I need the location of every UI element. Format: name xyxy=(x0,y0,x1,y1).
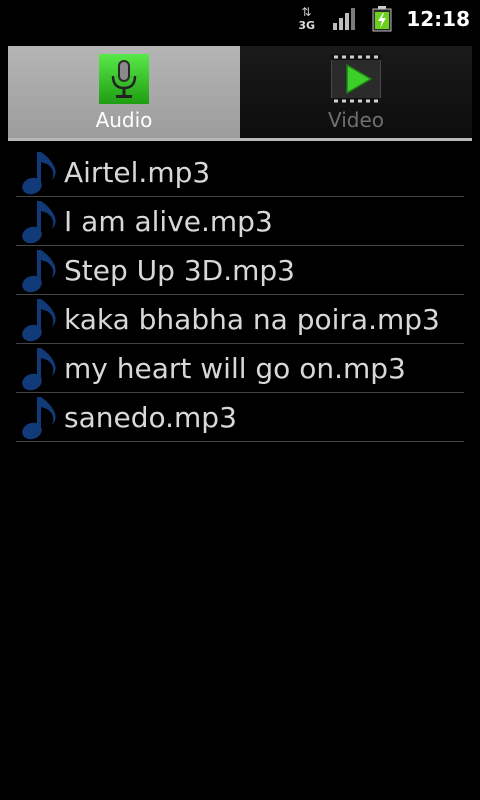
file-name: Step Up 3D.mp3 xyxy=(64,253,295,287)
music-note-icon xyxy=(22,299,56,342)
signal-bars-icon xyxy=(333,8,356,30)
network-type-label: 3G xyxy=(298,19,316,32)
file-name: kaka bhabha na poira.mp3 xyxy=(64,302,440,336)
tab-bar: Audio Video xyxy=(8,46,472,138)
data-network-icon: ⇅ 3G xyxy=(298,5,316,32)
list-item[interactable]: sanedo.mp3 xyxy=(16,393,464,442)
tab-audio[interactable]: Audio xyxy=(8,46,240,138)
list-item[interactable]: my heart will go on.mp3 xyxy=(16,344,464,393)
audio-file-list[interactable]: Airtel.mp3 I am alive.mp3 Step Up 3D.mp3… xyxy=(16,148,464,442)
file-name: I am alive.mp3 xyxy=(64,204,273,238)
music-note-icon xyxy=(22,348,56,391)
battery-charging-icon xyxy=(372,6,392,32)
status-bar: ⇅ 3G 12:18 xyxy=(0,0,480,38)
music-note-icon xyxy=(22,250,56,293)
list-item[interactable]: kaka bhabha na poira.mp3 xyxy=(16,295,464,344)
microphone-icon xyxy=(99,54,149,104)
list-item[interactable]: I am alive.mp3 xyxy=(16,197,464,246)
list-item[interactable]: Step Up 3D.mp3 xyxy=(16,246,464,295)
tab-video[interactable]: Video xyxy=(240,46,472,138)
file-name: Airtel.mp3 xyxy=(64,155,211,189)
list-item[interactable]: Airtel.mp3 xyxy=(16,148,464,197)
tab-underline xyxy=(8,138,472,141)
music-note-icon xyxy=(22,201,56,244)
tab-video-label: Video xyxy=(327,108,385,132)
music-note-icon xyxy=(22,397,56,440)
file-name: sanedo.mp3 xyxy=(64,400,237,434)
play-film-icon xyxy=(331,54,381,104)
clock: 12:18 xyxy=(406,7,470,31)
status-icons: ⇅ 3G 12:18 xyxy=(298,6,470,32)
tab-audio-label: Audio xyxy=(95,108,153,132)
music-note-icon xyxy=(22,152,56,195)
file-name: my heart will go on.mp3 xyxy=(64,351,406,385)
